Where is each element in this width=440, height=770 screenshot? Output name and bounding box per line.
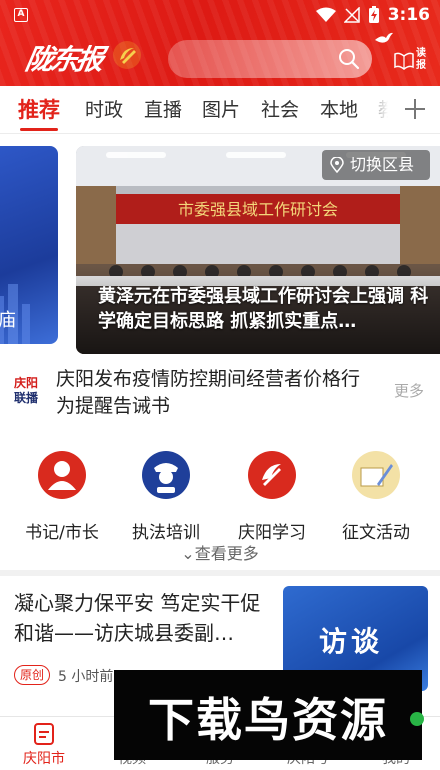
study-emblem-icon bbox=[248, 451, 296, 499]
quick-link-essay-contest[interactable]: 征文活动 bbox=[326, 448, 426, 543]
tab-recommend[interactable]: 推荐 bbox=[18, 96, 60, 124]
original-tag: 原创 bbox=[14, 665, 51, 685]
tab-live[interactable]: 直播 bbox=[144, 96, 182, 124]
news-doc-icon bbox=[34, 723, 54, 745]
no-signal-icon bbox=[343, 7, 360, 23]
qingyang-broadcast-logo: 庆阳 联播 bbox=[14, 376, 46, 408]
search-icon[interactable] bbox=[338, 48, 360, 70]
chevron-down-icon: ⌄ bbox=[181, 544, 195, 563]
quick-link-law-training[interactable]: 执法培训 bbox=[116, 448, 216, 543]
app-header: A 3:16 陇东报 读报 bbox=[0, 0, 440, 86]
headline-carousel[interactable]: 庙 市委强县域工作研讨会 黄泽元在市委强县域工作研讨会上强调 科学确定目标思路 … bbox=[0, 136, 440, 354]
official-portrait-icon bbox=[38, 451, 86, 499]
read-newspaper-button[interactable]: 读报 bbox=[394, 48, 434, 74]
app-logo[interactable]: 陇东报 bbox=[23, 32, 146, 80]
police-officer-icon bbox=[142, 451, 190, 499]
status-time: 3:16 bbox=[387, 5, 430, 25]
article-title[interactable]: 凝心聚力保平安 笃定实干促和谐——访庆城县委副… bbox=[14, 588, 272, 648]
previous-slide-label: 庙 bbox=[0, 310, 16, 331]
essay-pen-icon bbox=[352, 451, 400, 499]
news-ticker[interactable]: 庆阳 联播 庆阳发布疫情防控期间经营者价格行为提醒告诫书 更多 bbox=[0, 362, 440, 426]
add-channel-icon[interactable] bbox=[400, 94, 430, 124]
tab-society[interactable]: 社会 bbox=[261, 96, 299, 124]
watermark-text: 下载鸟资源 bbox=[148, 693, 388, 747]
tab-pictures[interactable]: 图片 bbox=[202, 96, 240, 124]
party-emblem-icon bbox=[113, 41, 141, 69]
see-more-label: 查看更多 bbox=[194, 544, 259, 563]
tab-politics[interactable]: 时政 bbox=[85, 96, 123, 124]
status-icons: 3:16 bbox=[315, 4, 430, 26]
ticker-logo-bottom: 联播 bbox=[14, 391, 39, 405]
battery-charging-icon bbox=[368, 6, 379, 23]
status-bar: A 3:16 bbox=[0, 0, 440, 30]
quick-links: 书记/市长 执法培训 庆阳学习 征文活动 ⌄查看更多 bbox=[0, 440, 440, 570]
wifi-icon bbox=[315, 7, 336, 22]
nav-qingyang-city[interactable]: 庆阳市 bbox=[0, 717, 88, 770]
watermark-dot bbox=[410, 712, 424, 726]
section-divider bbox=[0, 570, 440, 576]
active-tab-indicator bbox=[20, 128, 58, 131]
slide-banner-text: 市委强县域工作研讨会 bbox=[178, 200, 338, 219]
switch-county-label: 切换区县 bbox=[350, 155, 415, 174]
tab-fade bbox=[360, 86, 400, 132]
watermark-overlay: 下载鸟资源 bbox=[114, 670, 422, 760]
open-book-icon bbox=[394, 52, 414, 70]
logo-text: 陇东报 bbox=[22, 43, 104, 76]
tab-local[interactable]: 本地 bbox=[320, 96, 358, 124]
see-more-button[interactable]: ⌄查看更多 bbox=[0, 540, 440, 564]
ticker-more-link[interactable]: 更多 bbox=[394, 380, 424, 401]
search-input[interactable] bbox=[168, 40, 372, 78]
dove-icon bbox=[375, 32, 393, 43]
previous-slide[interactable]: 庙 bbox=[0, 146, 58, 344]
app-screen: A 3:16 陇东报 读报 推荐 时政 直播 图片 社会 本地 庙 市委强县域工… bbox=[0, 0, 440, 770]
status-app-icon: A bbox=[14, 8, 28, 22]
quick-link-secretary-mayor[interactable]: 书记/市长 bbox=[12, 448, 112, 543]
article-time: 5 小时前 bbox=[58, 669, 114, 685]
location-pin-icon bbox=[330, 157, 344, 173]
ticker-headline[interactable]: 庆阳发布疫情防控期间经营者价格行为提醒告诫书 bbox=[56, 366, 376, 420]
article-thumbnail-text: 访谈 bbox=[319, 625, 384, 658]
ticker-logo-top: 庆阳 bbox=[14, 376, 39, 390]
quick-link-qingyang-study[interactable]: 庆阳学习 bbox=[222, 448, 322, 543]
read-newspaper-label: 读报 bbox=[416, 48, 426, 71]
slide-caption[interactable]: 黄泽元在市委强县域工作研讨会上强调 科学确定目标思路 抓紧抓实重点… bbox=[98, 284, 440, 334]
channel-tabs: 推荐 时政 直播 图片 社会 本地 教 bbox=[0, 86, 440, 134]
nav-label: 庆阳市 bbox=[23, 751, 65, 767]
switch-county-button[interactable]: 切换区县 bbox=[322, 150, 430, 180]
